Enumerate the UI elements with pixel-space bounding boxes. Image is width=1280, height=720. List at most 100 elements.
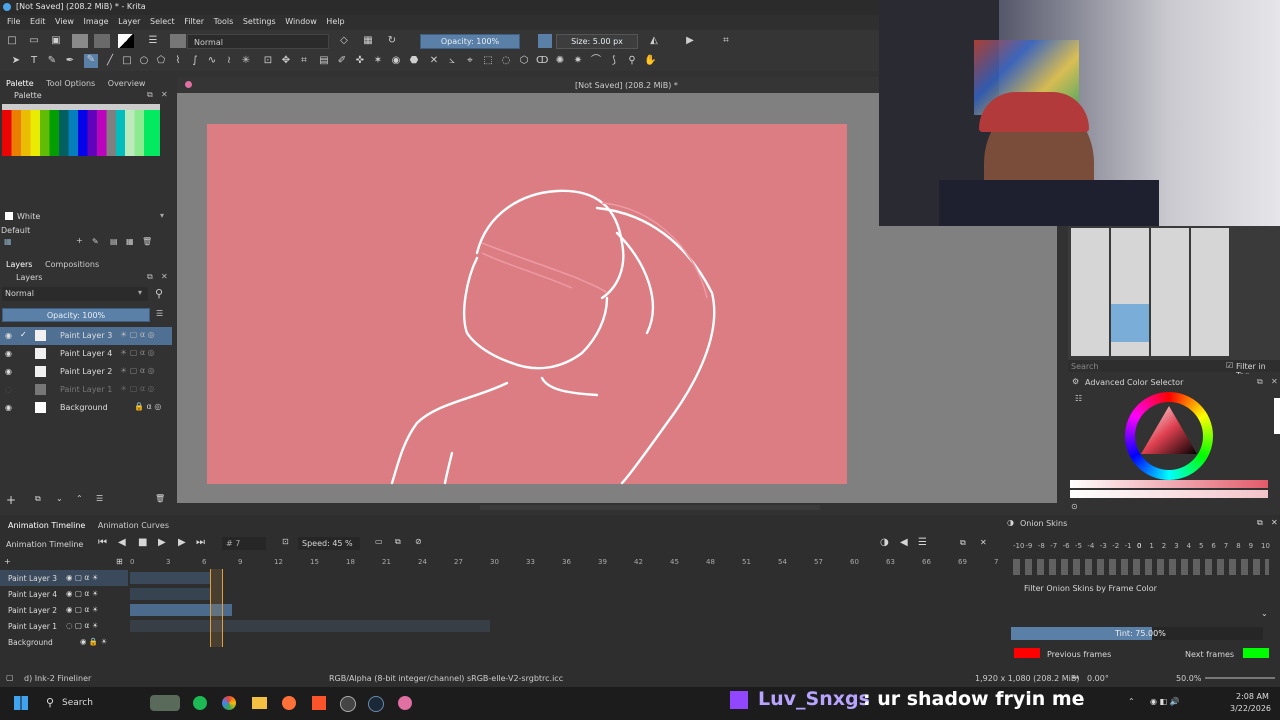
drop-frames-icon[interactable]: ⊡	[282, 537, 289, 546]
tab-animation-timeline[interactable]: Animation Timeline	[8, 521, 85, 530]
clock-date[interactable]: 3/22/2026	[1230, 704, 1271, 713]
filter-in-tag-checkbox[interactable]: ☑	[1226, 361, 1233, 370]
tab-palette[interactable]: Palette	[6, 79, 34, 88]
onion-bars[interactable]	[1013, 559, 1269, 575]
onion-skin-toggle-icon[interactable]: ◑	[880, 537, 889, 548]
move-up-icon[interactable]: ⌃	[76, 494, 83, 503]
move-down-icon[interactable]: ⌄	[56, 494, 63, 503]
onion-offset-label[interactable]: -10	[1013, 542, 1024, 550]
float-icon[interactable]: ⧉	[147, 90, 153, 100]
visibility-icon[interactable]: ◉	[5, 331, 12, 340]
onion-offset-label[interactable]: 10	[1261, 542, 1270, 550]
text-tool-icon[interactable]: T	[28, 55, 40, 67]
onion-offset-label[interactable]: 0	[1137, 542, 1141, 550]
windows-start-icon[interactable]	[14, 696, 28, 710]
menu-view[interactable]: View	[55, 17, 74, 26]
colorize-mask-icon[interactable]: ✶	[372, 55, 384, 67]
visibility-icon[interactable]: ◉	[5, 349, 12, 358]
magnetic-select-icon[interactable]: ⟆	[608, 55, 620, 67]
last-frame-icon[interactable]: ⏭	[196, 537, 205, 548]
visibility-icon[interactable]: ◉	[5, 403, 12, 412]
fill-tool-icon[interactable]: ◉	[390, 55, 402, 67]
ellipse-tool-icon[interactable]: ○	[138, 55, 150, 67]
brush-search-input[interactable]: Search	[1071, 362, 1098, 371]
palette-table-icon[interactable]: ▦	[126, 237, 134, 246]
frame-cell[interactable]	[130, 588, 210, 600]
edit-shapes-icon[interactable]: ✎	[46, 55, 58, 67]
open-document-icon[interactable]: ▭	[28, 35, 40, 47]
layer-properties-icon[interactable]: ☰	[96, 494, 103, 503]
onion-offset-label[interactable]: -2	[1112, 542, 1119, 550]
gradient-tool-icon[interactable]: ▤	[318, 55, 330, 67]
lock-icon[interactable]: ☀ ▢ α ◎	[120, 330, 155, 339]
freehand-brush-icon[interactable]: ✎	[84, 54, 98, 68]
lock-icon[interactable]: ☀ ▢ α ◎	[120, 384, 155, 393]
keyframe-edit-icon[interactable]: ⊘	[415, 537, 422, 546]
lightness-bar[interactable]	[1070, 480, 1268, 488]
brush-grid[interactable]	[1071, 228, 1231, 356]
brush-preset-icon[interactable]	[170, 34, 186, 48]
taskbar-widget-icon[interactable]	[150, 695, 180, 711]
float-icon[interactable]: ⧉	[1257, 377, 1263, 387]
chrome-icon[interactable]	[222, 696, 236, 710]
status-zoom[interactable]: 50.0%	[1176, 674, 1201, 683]
add-layer-icon[interactable]: +	[4, 557, 11, 566]
layer-visibility-icon[interactable]: ◌ ▢ α ☀	[66, 621, 98, 630]
palette-preset-name[interactable]: Default	[1, 226, 30, 235]
reset-icon[interactable]: ⊙	[1071, 502, 1078, 511]
zoom-slider[interactable]	[1205, 677, 1275, 679]
brush-settings-icon[interactable]: ☰	[147, 35, 159, 47]
bezier-select-icon[interactable]: ⌒	[590, 55, 602, 67]
filter-icon[interactable]: ⚲	[155, 287, 163, 300]
layer-blend-mode-dropdown[interactable]: Normal ▾	[2, 287, 148, 301]
timeline-ruler[interactable]: 0 3 6 9 12 15 18 21 24 27 30 33 36 39 42 45 48 51 54 57 60 63…	[128, 555, 1003, 567]
fg-bg-color-icon[interactable]	[118, 34, 134, 48]
file-explorer-icon[interactable]	[252, 697, 267, 709]
frame-settings-icon[interactable]: ▭	[375, 537, 383, 546]
reference-tool-icon[interactable]: ⌖	[464, 55, 476, 67]
pattern-icon[interactable]	[72, 34, 88, 48]
lock-icon[interactable]: 🔒 α ◎	[134, 402, 161, 411]
layer-visibility-icon[interactable]: ◉ ▢ α ☀	[66, 589, 98, 598]
canvas-scrollbar[interactable]	[480, 505, 820, 510]
menu-image[interactable]: Image	[84, 17, 109, 26]
float-icon[interactable]: ⧉	[960, 538, 966, 548]
measure-tool-icon[interactable]: ⦣	[446, 55, 458, 67]
firefox-icon[interactable]	[282, 696, 296, 710]
gradient-icon[interactable]	[94, 34, 110, 48]
taskbar-search[interactable]: Search	[62, 698, 93, 708]
select-shapes-icon[interactable]: ➤	[10, 55, 22, 67]
menu-tools[interactable]: Tools	[214, 17, 234, 26]
palette-grid-icon[interactable]: ▦	[4, 237, 12, 246]
menu-settings[interactable]: Settings	[243, 17, 276, 26]
onion-offset-label[interactable]: -5	[1075, 542, 1082, 550]
eraser-icon[interactable]: ◇	[338, 35, 350, 47]
steam-icon[interactable]	[368, 696, 384, 712]
onion-offset-label[interactable]: -8	[1038, 542, 1045, 550]
onion-offset-label[interactable]: 2	[1162, 542, 1166, 550]
size-slider[interactable]: Size: 5.00 px	[556, 34, 638, 49]
onion-offsets[interactable]: -10 -9 -8 -7 -6 -5 -4 -3 -2 -1 0 1 2 3 4 5 6 7 8 9 10	[1013, 539, 1273, 551]
timeline-layer-row[interactable]: Background ◉ 🔒 ☀	[0, 634, 128, 650]
mirror-horizontal-icon[interactable]: ◭	[648, 35, 660, 47]
palette-chevron-icon[interactable]: ▾	[160, 211, 164, 220]
layer-row[interactable]: ◉ Background 🔒 α ◎	[0, 399, 172, 417]
onion-offset-label[interactable]: 7	[1224, 542, 1228, 550]
clock-time[interactable]: 2:08 AM	[1236, 692, 1269, 701]
tab-layers[interactable]: Layers	[6, 260, 32, 269]
onion-offset-label[interactable]: -3	[1100, 542, 1107, 550]
freehand-select-icon[interactable]: ↀ	[536, 55, 548, 67]
onion-offset-label[interactable]: 4	[1187, 542, 1192, 550]
layer-row[interactable]: ◌ Paint Layer 1 ☀ ▢ α ◎	[0, 381, 172, 399]
next-frames-color[interactable]	[1243, 648, 1269, 658]
clone-frames-icon[interactable]: ⧉	[395, 537, 401, 547]
similar-select-icon[interactable]: ✷	[572, 55, 584, 67]
document-title[interactable]: [Not Saved] (208.2 MiB) *	[575, 81, 678, 90]
lock-icon[interactable]: ☀ ▢ α ◎	[120, 348, 155, 357]
status-brush[interactable]: d) Ink-2 Fineliner	[24, 674, 91, 683]
speed-field[interactable]: Speed: 45 %	[298, 537, 360, 550]
onion-offset-label[interactable]: -4	[1087, 542, 1095, 550]
transform-tool-icon[interactable]: ⊡	[262, 55, 274, 67]
timeline-menu-icon[interactable]: ☰	[918, 537, 927, 548]
onion-offset-label[interactable]: -7	[1050, 542, 1057, 550]
